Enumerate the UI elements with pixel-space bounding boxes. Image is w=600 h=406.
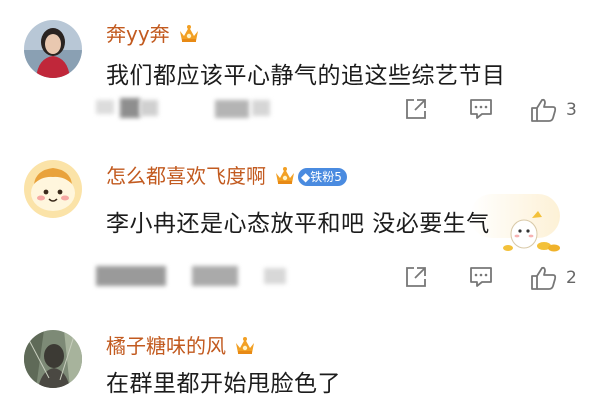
comment-text: 李小冉还是心态放平和吧 没必要生气 (106, 211, 490, 237)
blurred-info (140, 100, 158, 116)
action-bar: 2 (404, 265, 594, 295)
comment-text: 我们都应该平心静气的追这些综艺节目 (106, 63, 506, 89)
crown-icon (178, 24, 200, 49)
fan-badge: ◆铁粉5 (298, 168, 347, 186)
diamond-icon: ◆ (301, 170, 311, 184)
like-count: 3 (566, 100, 577, 120)
cartoon-avatar-icon (24, 160, 82, 218)
blurred-info (252, 100, 270, 116)
blurred-info (96, 266, 166, 286)
share-button[interactable] (404, 265, 428, 293)
comment-item: 怎么都喜欢飞度啊 ◆铁粉5 李小冉还是心态放平和吧 没必要生气 2 (0, 138, 600, 306)
comment-item: 奔yy奔 我们都应该平心静气的追这些综艺节目 3 (0, 0, 600, 138)
crown-icon (234, 336, 256, 361)
reply-button[interactable] (468, 265, 494, 293)
user-avatar[interactable] (24, 20, 82, 78)
like-button[interactable] (530, 265, 558, 295)
username-text[interactable]: 怎么都喜欢飞度啊 (106, 164, 266, 188)
share-icon (406, 267, 426, 287)
user-avatar-photo-icon (24, 330, 82, 388)
username[interactable]: 橘子糖味的风 (106, 330, 256, 361)
reply-button[interactable] (468, 97, 494, 125)
user-avatar-woman-icon (24, 20, 82, 78)
blurred-info (120, 98, 140, 118)
thumbs-up-icon (531, 266, 557, 290)
blurred-info (215, 100, 249, 118)
user-avatar[interactable] (24, 330, 82, 388)
comment-text: 在群里都开始甩脸色了 (106, 371, 341, 397)
share-button[interactable] (404, 97, 428, 125)
username[interactable]: 怎么都喜欢飞度啊 ◆铁粉5 (106, 160, 347, 191)
blurred-info (192, 266, 238, 286)
username-text[interactable]: 橘子糖味的风 (106, 334, 226, 358)
bubble-mascot-icon (502, 208, 566, 258)
crown-icon (274, 166, 296, 191)
fan-badge-label: 铁粉5 (310, 170, 342, 184)
action-bar: 3 (404, 97, 594, 127)
comment-icon (470, 99, 492, 119)
share-icon (406, 99, 426, 119)
comment-item: 橘子糖味的风 在群里都开始甩脸色了 (0, 306, 600, 406)
blurred-info (96, 100, 114, 114)
user-avatar[interactable] (24, 160, 82, 218)
username-text[interactable]: 奔yy奔 (106, 22, 170, 46)
thumbs-up-icon (531, 98, 557, 122)
comment-icon (470, 267, 492, 287)
blurred-info (264, 268, 286, 284)
username[interactable]: 奔yy奔 (106, 18, 200, 49)
like-button[interactable] (530, 97, 558, 127)
like-count: 2 (566, 268, 577, 288)
